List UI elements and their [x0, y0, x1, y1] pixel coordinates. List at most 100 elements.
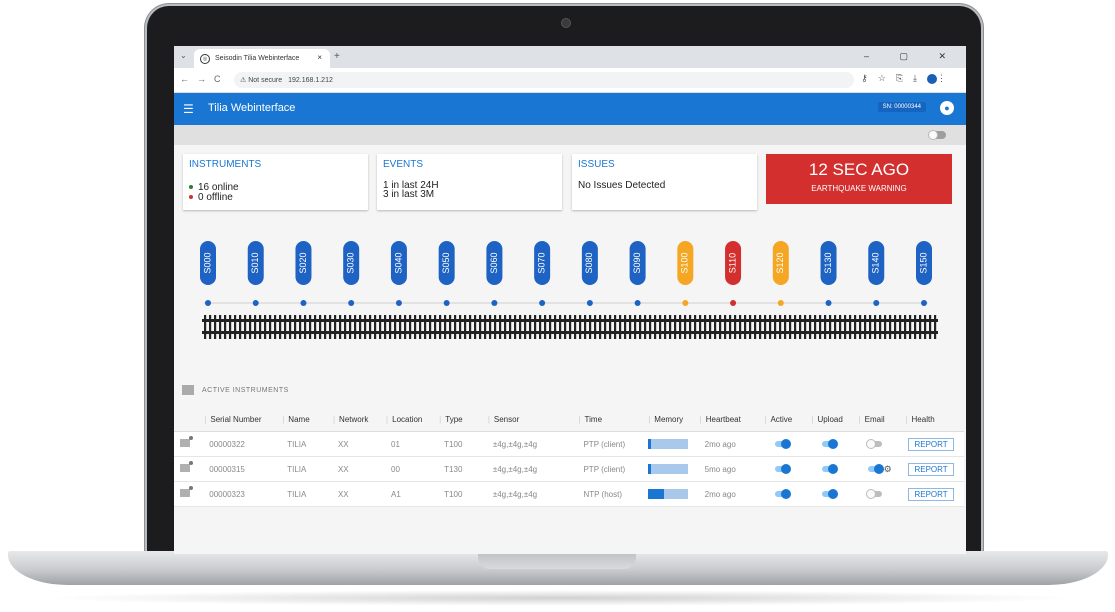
- active-toggle[interactable]: [775, 464, 792, 475]
- rail-sleeper: [789, 315, 792, 339]
- rail-sleeper: [264, 315, 267, 339]
- profile-avatar-icon[interactable]: [927, 73, 937, 84]
- rail-sleeper: [819, 315, 822, 339]
- rail-sleeper: [874, 315, 877, 339]
- row-icon-cell[interactable]: [174, 481, 204, 507]
- column-header[interactable]: | Time: [577, 407, 648, 432]
- rail-sleeper: [444, 315, 447, 339]
- earthquake-alarm-panel[interactable]: 12 SEC AGO EARTHQUAKE WARNING: [766, 154, 952, 204]
- column-header[interactable]: | Email: [857, 407, 905, 432]
- events-card[interactable]: EVENTS 1 in last 24H 3 in last 3M: [377, 154, 562, 210]
- rail-sleeper: [839, 315, 842, 339]
- not-secure-badge[interactable]: ⚠ Not secure: [240, 76, 282, 84]
- health-report-button[interactable]: REPORT: [908, 487, 954, 501]
- upload-cell[interactable]: [810, 456, 858, 482]
- column-header[interactable]: | Sensor: [486, 407, 578, 432]
- station-dot: [730, 300, 737, 306]
- health-cell[interactable]: REPORT: [904, 431, 964, 457]
- upload-toggle[interactable]: [822, 464, 839, 475]
- station-label: S140: [871, 252, 881, 273]
- tab-close-icon[interactable]: ×: [317, 53, 322, 62]
- window-controls[interactable]: – ▢ ✕: [864, 51, 960, 62]
- row-icon-cell[interactable]: [174, 431, 204, 457]
- column-header[interactable]: | Name: [281, 407, 332, 432]
- tab-title: Seisodin Tilia Webinterface: [215, 55, 300, 62]
- email-cell[interactable]: [857, 431, 905, 457]
- network-cell: XX: [331, 481, 386, 507]
- location-cell: A1: [385, 481, 439, 507]
- rail-sleeper: [399, 315, 402, 339]
- rail-sleeper: [539, 315, 542, 339]
- column-header[interactable]: | Health: [904, 407, 964, 432]
- health-report-button[interactable]: REPORT: [908, 462, 954, 476]
- browser-toolbar-icons[interactable]: ⚷☆⎘⤓ ⋮: [861, 73, 956, 84]
- account-icon[interactable]: ●: [940, 101, 954, 115]
- upload-toggle[interactable]: [822, 489, 839, 500]
- upload-cell[interactable]: [810, 481, 858, 507]
- table-row[interactable]: 00000323 TILIA XX A1 T100 ±4g,±4g,±4g NTP (hos…: [174, 481, 964, 507]
- rail-sleeper: [834, 315, 837, 339]
- column-separator: |: [204, 414, 207, 424]
- active-cell[interactable]: [763, 481, 811, 507]
- email-toggle[interactable]: [865, 439, 882, 450]
- column-label: Memory: [654, 414, 684, 424]
- name-cell: TILIA: [281, 431, 332, 457]
- offline-count: 0 offline: [189, 192, 233, 203]
- station-dot: [300, 300, 307, 306]
- column-header[interactable]: | Heartbeat: [698, 407, 764, 432]
- email-toggle[interactable]: [867, 464, 884, 475]
- health-cell[interactable]: REPORT: [904, 456, 964, 482]
- upload-cell[interactable]: [810, 431, 858, 457]
- rail-sleeper: [599, 315, 602, 339]
- instrument-row-icon[interactable]: [180, 436, 193, 447]
- rail-sleeper: [549, 315, 552, 339]
- rail-sleeper: [794, 315, 797, 339]
- health-cell[interactable]: REPORT: [904, 481, 964, 507]
- column-header[interactable]: | Upload: [810, 407, 858, 432]
- column-header[interactable]: | Location: [385, 407, 439, 432]
- column-header[interactable]: | Serial Number: [203, 407, 282, 432]
- rail-sleeper: [764, 315, 767, 339]
- column-separator: |: [487, 414, 490, 424]
- email-toggle[interactable]: [865, 489, 882, 500]
- gear-icon[interactable]: ⚙: [884, 464, 892, 474]
- url-field[interactable]: ⚠ Not secure 192.168.1.212: [234, 72, 854, 88]
- location-cell: 00: [385, 456, 439, 482]
- instruments-card[interactable]: INSTRUMENTS 16 online 0 offline: [183, 154, 368, 210]
- active-cell[interactable]: [763, 456, 811, 482]
- active-toggle[interactable]: [775, 489, 792, 500]
- station-dot: [539, 300, 546, 306]
- active-toggle[interactable]: [775, 439, 792, 450]
- instrument-row-icon[interactable]: [180, 486, 193, 497]
- instrument-row-icon[interactable]: [180, 461, 193, 472]
- rail-sleeper: [564, 315, 567, 339]
- memory-bar-fill: [648, 464, 652, 474]
- health-report-button[interactable]: REPORT: [908, 437, 954, 451]
- tab-bar: ⌄ ◎ Seisodin Tilia Webinterface × + – ▢ …: [174, 46, 966, 68]
- column-separator: |: [386, 414, 389, 424]
- column-header[interactable]: | Memory: [647, 407, 699, 432]
- menu-icon[interactable]: ☰: [183, 102, 194, 116]
- table-row[interactable]: 00000315 TILIA XX 00 T130 ±4g,±4g,±4g PTP (cli…: [174, 456, 964, 482]
- station-label: S060: [489, 252, 499, 273]
- email-cell[interactable]: [857, 481, 905, 507]
- column-header[interactable]: | Network: [331, 407, 386, 432]
- table-row[interactable]: 00000322 TILIA XX 01 T100 ±4g,±4g,±4g PTP (cli…: [174, 431, 964, 457]
- active-cell[interactable]: [763, 431, 811, 457]
- station-dot: [395, 300, 402, 306]
- serial-number-badge: SN: 00000344: [877, 102, 926, 112]
- view-toggle[interactable]: [928, 130, 946, 140]
- column-header[interactable]: | Active: [763, 407, 811, 432]
- navigation-icons[interactable]: ←→C: [180, 74, 229, 84]
- new-tab-icon[interactable]: +: [334, 51, 340, 62]
- email-cell[interactable]: ⚙: [857, 456, 905, 482]
- row-icon-cell[interactable]: [174, 456, 204, 482]
- tab-list-chevron-icon[interactable]: ⌄: [180, 51, 187, 60]
- column-header[interactable]: | Type: [438, 407, 487, 432]
- upload-toggle[interactable]: [822, 439, 839, 450]
- alarm-label: EARTHQUAKE WARNING: [811, 184, 907, 193]
- browser-tab[interactable]: ◎ Seisodin Tilia Webinterface ×: [194, 49, 330, 68]
- issues-card[interactable]: ISSUES No Issues Detected: [572, 154, 757, 210]
- laptop-shadow: [40, 590, 1080, 606]
- station-label: S040: [393, 252, 403, 273]
